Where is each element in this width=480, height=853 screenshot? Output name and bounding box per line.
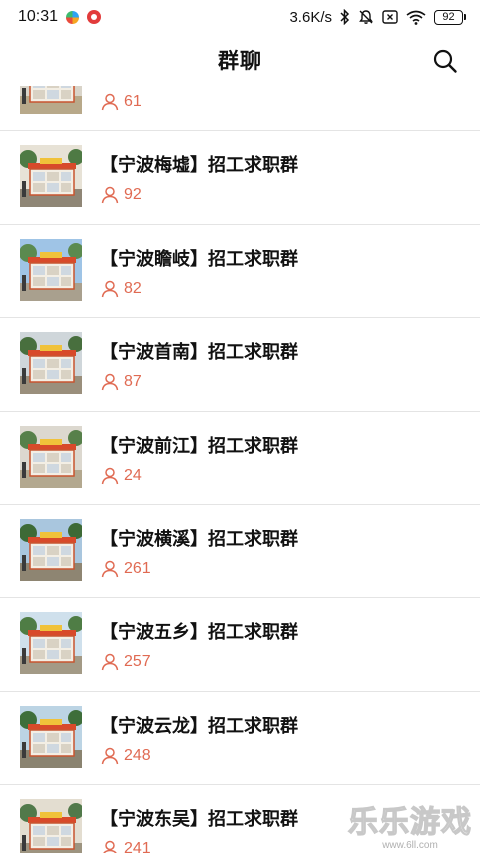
person-icon — [100, 185, 120, 205]
group-list-item[interactable]: 【宁波前江】招工求职群 24 — [0, 412, 480, 505]
member-count: 257 — [124, 653, 151, 671]
group-member-info: 61 — [100, 92, 142, 112]
group-thumbnail — [20, 332, 82, 395]
group-name: 【宁波五乡】招工求职群 — [100, 622, 298, 644]
weibo-notification-icon — [87, 10, 102, 24]
group-name: 【宁波梅墟】招工求职群 — [100, 155, 298, 177]
page-title: 群聊 — [218, 49, 262, 73]
app-notification-icon — [66, 10, 80, 24]
battery-tip — [464, 14, 466, 20]
search-icon[interactable] — [432, 48, 458, 74]
member-count: 24 — [124, 466, 142, 484]
bluetooth-icon — [340, 9, 350, 25]
group-thumbnail — [20, 86, 82, 114]
group-member-info: 257 — [100, 652, 151, 672]
person-icon — [100, 746, 120, 766]
group-name: 【宁波云龙】招工求职群 — [100, 715, 298, 737]
group-name: 【宁波横溪】招工求职群 — [100, 528, 298, 550]
group-name: 【宁波东吴】招工求职群 — [100, 809, 298, 831]
group-thumbnail — [20, 518, 82, 581]
person-icon — [100, 372, 120, 392]
group-name: 【宁波瞻岐】招工求职群 — [100, 248, 298, 270]
group-list[interactable]: 61 【宁波梅墟】招工求职群 92 【宁波瞻岐】招工求职群 82 【宁波首南】招工求职群 8… — [0, 86, 480, 853]
group-list-item[interactable]: 【宁波梅墟】招工求职群 92 — [0, 131, 480, 225]
member-count: 82 — [124, 279, 142, 297]
group-member-info: 241 — [100, 839, 151, 853]
group-thumbnail — [20, 238, 82, 301]
member-count: 92 — [124, 186, 142, 204]
group-name: 【宁波前江】招工求职群 — [100, 435, 298, 457]
watermark: 乐乐游戏 www.6ll.com — [347, 805, 472, 851]
watermark-url: www.6ll.com — [382, 840, 438, 851]
network-speed: 3.6K/s — [289, 8, 332, 26]
group-member-info: 87 — [100, 372, 142, 392]
group-member-info: 24 — [100, 466, 142, 486]
person-icon — [100, 559, 120, 579]
member-count: 261 — [124, 559, 151, 577]
group-name: 【宁波首南】招工求职群 — [100, 342, 298, 364]
group-list-item[interactable]: 【宁波五乡】招工求职群 257 — [0, 598, 480, 692]
group-list-inner: 61 【宁波梅墟】招工求职群 92 【宁波瞻岐】招工求职群 82 【宁波首南】招工求职群 8… — [0, 86, 480, 853]
member-count: 87 — [124, 373, 142, 391]
member-count: 61 — [124, 93, 142, 110]
group-thumbnail — [20, 799, 82, 853]
sim-none-icon — [382, 10, 398, 24]
watermark-text: 乐乐游戏 — [347, 805, 472, 840]
group-thumbnail — [20, 145, 82, 208]
member-count: 241 — [124, 840, 151, 853]
status-time: 10:31 — [18, 8, 59, 25]
group-list-item[interactable]: 【宁波横溪】招工求职群 261 — [0, 505, 480, 599]
header-bar: 群聊 — [0, 34, 480, 86]
mute-bell-icon — [359, 10, 373, 24]
group-list-item[interactable]: 【宁波云龙】招工求职群 248 — [0, 692, 480, 786]
group-member-info: 92 — [100, 185, 142, 205]
group-thumbnail — [20, 612, 82, 675]
group-list-item[interactable]: 【宁波瞻岐】招工求职群 82 — [0, 225, 480, 319]
person-icon — [100, 652, 120, 672]
group-thumbnail — [20, 425, 82, 488]
status-right: 3.6K/s 92 — [289, 9, 466, 26]
status-left: 10:31 — [18, 8, 102, 26]
group-list-item[interactable]: 【宁波首南】招工求职群 87 — [0, 318, 480, 412]
wifi-icon — [406, 10, 426, 25]
member-count: 248 — [124, 746, 151, 764]
person-icon — [100, 279, 120, 299]
group-member-info: 248 — [100, 746, 151, 766]
person-icon — [100, 839, 120, 853]
battery-indicator: 92 — [434, 9, 466, 25]
person-icon — [100, 92, 120, 112]
battery-level: 92 — [434, 9, 463, 25]
group-member-info: 261 — [100, 559, 151, 579]
person-icon — [100, 466, 120, 486]
group-list-item[interactable]: 61 — [0, 86, 480, 132]
status-bar: 10:31 3.6K/s 92 — [0, 0, 480, 34]
group-thumbnail — [20, 705, 82, 768]
group-member-info: 82 — [100, 279, 142, 299]
